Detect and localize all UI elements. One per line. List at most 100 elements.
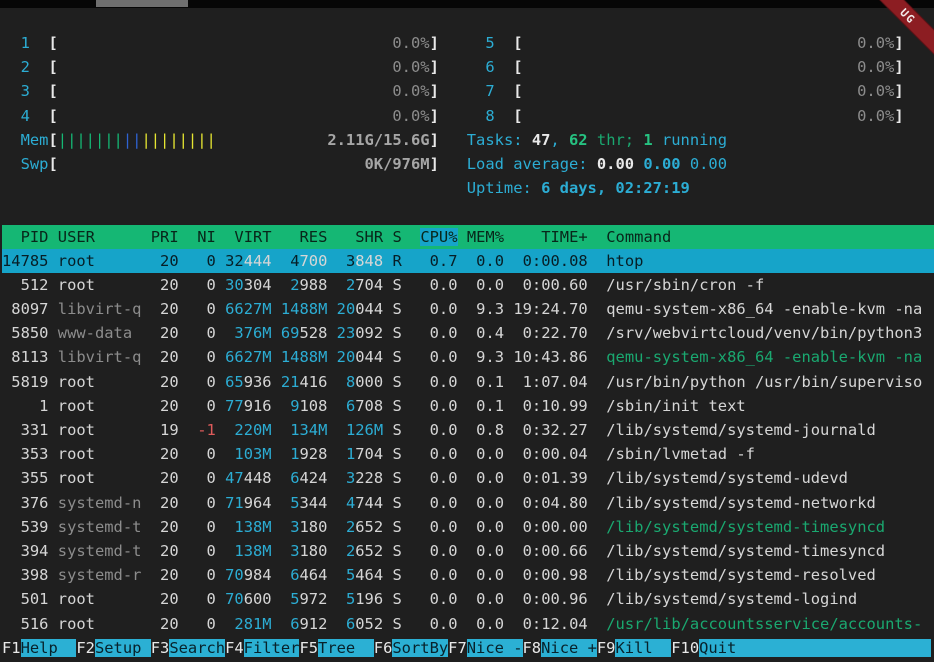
- cell-pid: 331: [2, 421, 48, 439]
- window-top-strip: [0, 0, 934, 8]
- cell-state: S: [392, 590, 401, 608]
- cell-time: 1:07.04: [513, 373, 587, 391]
- process-row[interactable]: 14785 root 20 0 32444 4700 3848 R 0.7 0.…: [2, 249, 934, 273]
- process-table-header: PID USER PRI NI VIRT RES SHR S CPU% MEM%…: [2, 225, 934, 249]
- cell-command: /usr/sbin/cron -f: [606, 276, 764, 294]
- fkey-setup-button[interactable]: Setup: [95, 639, 151, 657]
- fkey-sortby-button[interactable]: SortBy: [392, 639, 448, 657]
- fkey-kill-button[interactable]: Kill: [615, 639, 671, 657]
- fkey-key-f4: F4: [225, 639, 244, 657]
- swap-meter-value: 0K/976M: [365, 155, 430, 173]
- column-header-pid[interactable]: PID: [2, 228, 48, 246]
- cell-state: S: [392, 276, 401, 294]
- fkey-search-button[interactable]: Search: [169, 639, 225, 657]
- cell-pid: 376: [2, 494, 48, 512]
- cell-time: 0:00.60: [513, 276, 587, 294]
- cell-command: /lib/systemd/systemd-timesyncd: [606, 542, 885, 560]
- fkey-filter-button[interactable]: Filter: [244, 639, 300, 657]
- cpu-meter-value: 0.0%: [392, 34, 429, 52]
- cell-pid: 394: [2, 542, 48, 560]
- cpu-meter-row: 4 [ 0.0%] 8 [ 0.0%]: [2, 104, 934, 128]
- process-row[interactable]: 5819 root 20 0 65936 21416 8000 S 0.0 0.…: [2, 370, 934, 394]
- fkey-key-f9: F9: [597, 639, 616, 657]
- process-row[interactable]: 539 systemd-t 20 0 138M 3180 2652 S 0.0 …: [2, 515, 934, 539]
- meter-open-bracket: [: [513, 58, 522, 76]
- cpu-meter-row: 3 [ 0.0%] 7 [ 0.0%]: [2, 79, 934, 103]
- column-header-s[interactable]: S: [392, 228, 401, 246]
- column-header-user[interactable]: USER: [58, 228, 142, 246]
- cell-cpu-pct: 0.0: [420, 445, 457, 463]
- cell-ni: 0: [207, 445, 216, 463]
- process-row[interactable]: 1 root 20 0 77916 9108 6708 S 0.0 0.1 0:…: [2, 394, 934, 418]
- cell-ni: 0: [207, 324, 216, 342]
- process-row[interactable]: 5850 www-data 20 0 376M 69528 23092 S 0.…: [2, 321, 934, 345]
- cpu-meter-label: 7: [485, 82, 494, 100]
- cell-command: /usr/bin/python /usr/bin/superviso: [606, 373, 922, 391]
- fkey-key-f5: F5: [299, 639, 318, 657]
- cell-state: S: [392, 348, 401, 366]
- function-key-bar: F1Help F2Setup F3SearchF4FilterF5Tree F6…: [2, 636, 934, 660]
- cell-cpu-pct: 0.0: [420, 590, 457, 608]
- load-average-label: Load average:: [467, 155, 597, 173]
- process-row[interactable]: 331 root 19 -1 220M 134M 126M S 0.0 0.8 …: [2, 418, 934, 442]
- cell-pid: 539: [2, 518, 48, 536]
- fkey-tree-button[interactable]: Tree: [318, 639, 374, 657]
- cell-pid: 5850: [2, 324, 48, 342]
- fkey-help-button[interactable]: Help: [21, 639, 77, 657]
- cell-pid: 8097: [2, 300, 48, 318]
- cell-pri: 20: [151, 542, 179, 560]
- process-row[interactable]: 512 root 20 0 30304 2988 2704 S 0.0 0.0 …: [2, 273, 934, 297]
- cell-ni: 0: [207, 566, 216, 584]
- process-row[interactable]: 516 root 20 0 281M 6912 6052 S 0.0 0.0 0…: [2, 612, 934, 636]
- cell-cpu-pct: 0.0: [420, 542, 457, 560]
- cell-ni: -1: [197, 421, 216, 439]
- meter-open-bracket: [: [513, 107, 522, 125]
- cell-command: /lib/systemd/systemd-udevd: [606, 469, 848, 487]
- cell-state: S: [392, 518, 401, 536]
- cell-user: systemd-t: [58, 518, 142, 536]
- cell-user: systemd-n: [58, 494, 142, 512]
- cpu-meter-value: 0.0%: [857, 34, 894, 52]
- tasks-thread-label: thr;: [588, 131, 644, 149]
- cell-mem-pct: 0.0: [467, 590, 504, 608]
- process-row[interactable]: 394 systemd-t 20 0 138M 3180 2652 S 0.0 …: [2, 539, 934, 563]
- swap-meter-label: Swp: [21, 155, 49, 173]
- cell-mem-pct: 0.0: [467, 252, 504, 270]
- process-row[interactable]: 8097 libvirt-q 20 0 6627M 1488M 20044 S …: [2, 297, 934, 321]
- column-header-time[interactable]: TIME+: [513, 228, 587, 246]
- window-tab[interactable]: [96, 0, 188, 7]
- cell-time: 0:04.80: [513, 494, 587, 512]
- column-header-mem[interactable]: MEM%: [467, 228, 504, 246]
- process-row[interactable]: 353 root 20 0 103M 1928 1704 S 0.0 0.0 0…: [2, 442, 934, 466]
- column-header-shr[interactable]: SHR: [337, 228, 383, 246]
- cell-mem-pct: 0.0: [467, 276, 504, 294]
- load-1min: 0.00: [597, 155, 634, 173]
- process-row[interactable]: 501 root 20 0 70600 5972 5196 S 0.0 0.0 …: [2, 587, 934, 611]
- process-row[interactable]: 376 systemd-n 20 0 71964 5344 4744 S 0.0…: [2, 491, 934, 515]
- cell-pid: 398: [2, 566, 48, 584]
- cpu-meter-label: 4: [21, 107, 30, 125]
- column-header-pri[interactable]: PRI: [151, 228, 179, 246]
- column-header-virt[interactable]: VIRT: [225, 228, 271, 246]
- cell-user: root: [58, 615, 142, 633]
- process-row[interactable]: 8113 libvirt-q 20 0 6627M 1488M 20044 S …: [2, 345, 934, 369]
- process-row[interactable]: 355 root 20 0 47448 6424 3228 S 0.0 0.0 …: [2, 466, 934, 490]
- column-header-cpu[interactable]: CPU%: [420, 228, 457, 246]
- fkey-key-f7: F7: [448, 639, 467, 657]
- cell-cpu-pct: 0.7: [420, 252, 457, 270]
- cell-user: root: [58, 373, 142, 391]
- fkey-nice-button[interactable]: Nice -: [467, 639, 523, 657]
- meter-open-bracket: [: [48, 107, 57, 125]
- cell-command: /lib/systemd/systemd-journald: [606, 421, 876, 439]
- cell-mem-pct: 0.0: [467, 494, 504, 512]
- fkey-quit-button[interactable]: Quit: [699, 639, 931, 657]
- cell-state: S: [392, 566, 401, 584]
- cell-time: 0:01.39: [513, 469, 587, 487]
- column-header-ni[interactable]: NI: [188, 228, 216, 246]
- column-header-res[interactable]: RES: [281, 228, 327, 246]
- column-header-command[interactable]: Command: [606, 228, 671, 246]
- cpu-meter-label: 3: [21, 82, 30, 100]
- cell-cpu-pct: 0.0: [420, 373, 457, 391]
- fkey-nice-button[interactable]: Nice +: [541, 639, 597, 657]
- process-row[interactable]: 398 systemd-r 20 0 70984 6464 5464 S 0.0…: [2, 563, 934, 587]
